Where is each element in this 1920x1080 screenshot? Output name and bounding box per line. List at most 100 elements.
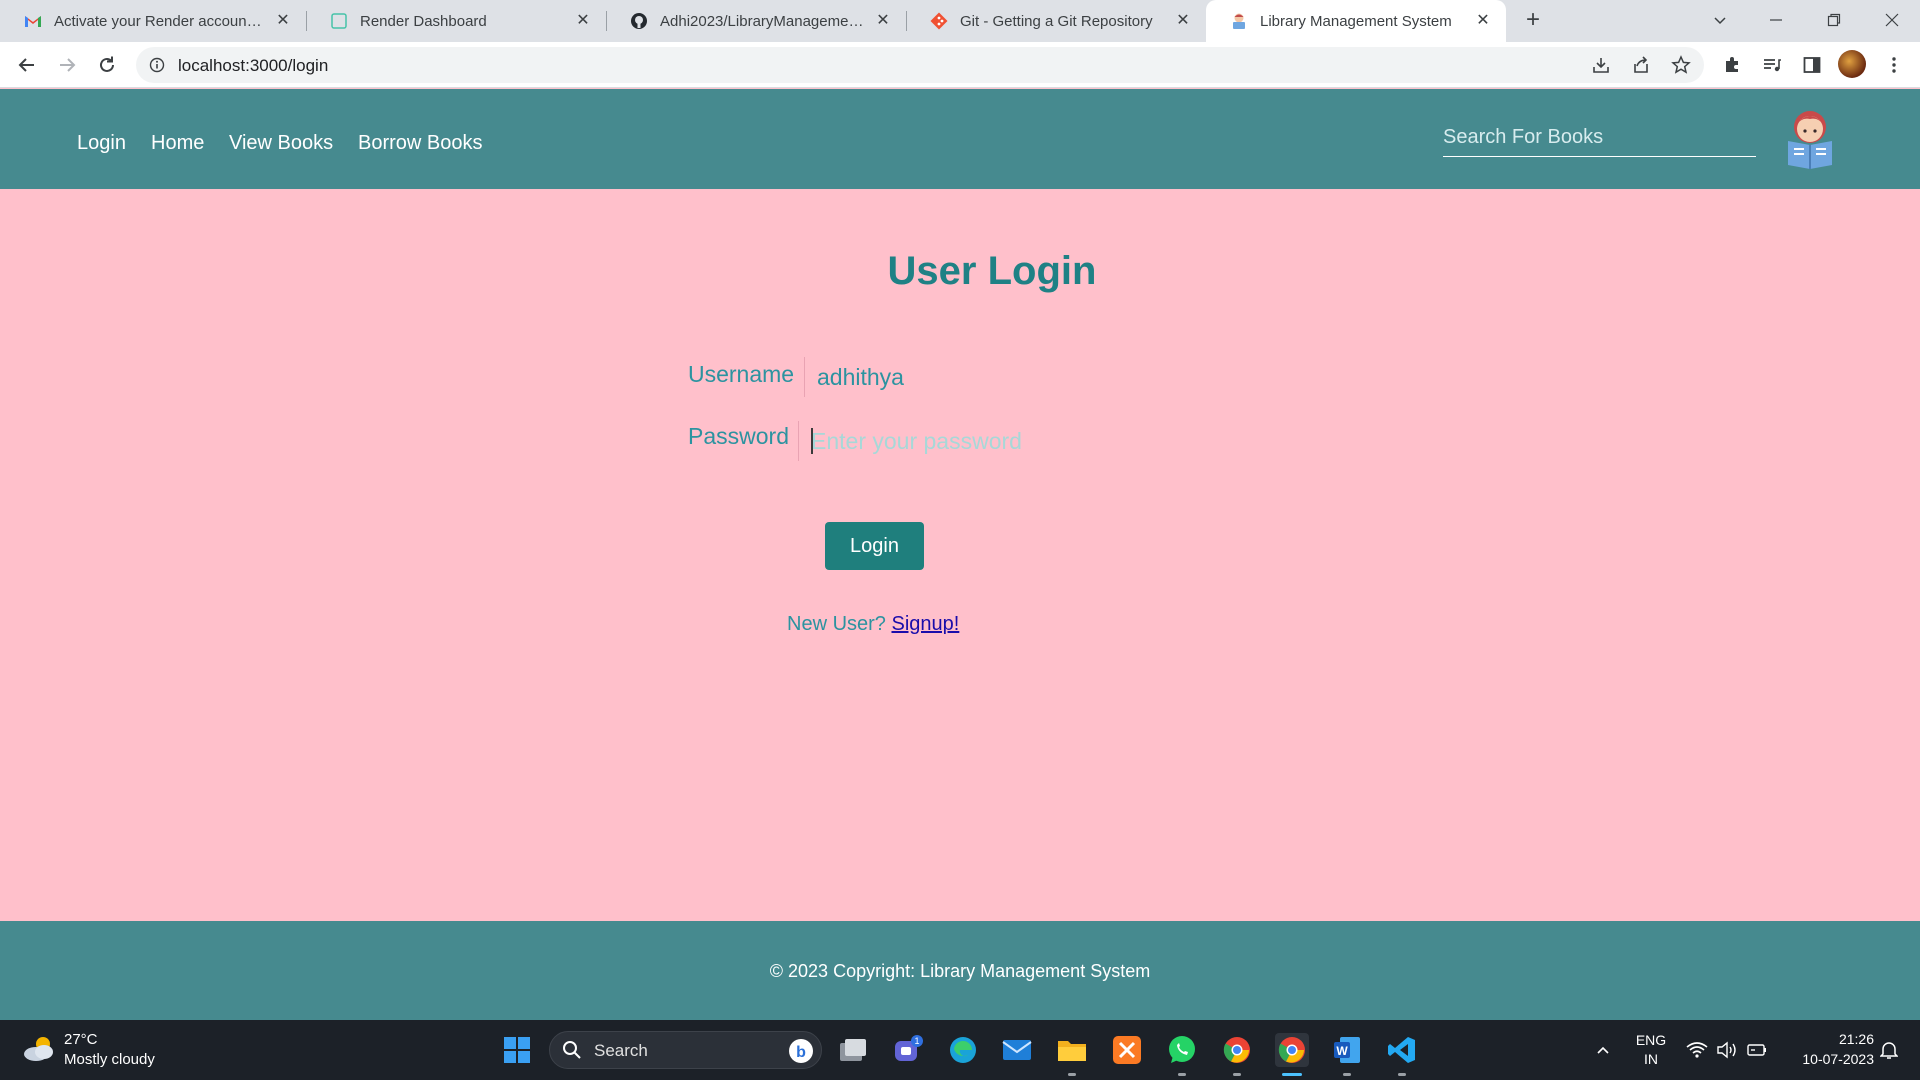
tab-label: Library Management System: [1260, 12, 1452, 30]
login-page: User Login Username Password Login New U…: [0, 189, 1920, 921]
minimize-icon: [1770, 19, 1782, 21]
chevron-down-icon: [1714, 17, 1726, 25]
url-text: localhost:3000/login: [178, 56, 329, 75]
minimize-button[interactable]: [1748, 0, 1804, 40]
reload-icon: [100, 56, 114, 72]
running-indicator: [1233, 1073, 1241, 1076]
running-indicator: [1178, 1073, 1186, 1076]
folder-icon: [1058, 1041, 1086, 1061]
whatsapp-button[interactable]: [1165, 1033, 1199, 1067]
volume-status[interactable]: [1710, 1033, 1744, 1067]
app-footer: © 2023 Copyright: Library Management Sys…: [0, 921, 1920, 1020]
tab-gmail[interactable]: Activate your Render account - a ✕: [0, 0, 306, 42]
page-title: User Login: [887, 249, 1097, 293]
battery-status[interactable]: [1740, 1033, 1774, 1067]
mail-button[interactable]: [1000, 1033, 1034, 1067]
task-view-button[interactable]: [836, 1033, 870, 1067]
svg-text:W: W: [1336, 1044, 1348, 1058]
whatsapp-icon: [1169, 1036, 1195, 1063]
bookmark-star-icon[interactable]: [1666, 50, 1696, 80]
close-icon[interactable]: ✕: [1474, 12, 1492, 30]
browser-menu-button[interactable]: [1879, 50, 1909, 80]
restore-icon: [1827, 13, 1841, 27]
extensions-button[interactable]: [1717, 50, 1747, 80]
site-info-icon[interactable]: [142, 50, 172, 80]
language-code[interactable]: ENG: [1630, 1032, 1672, 1048]
chrome-profile-button[interactable]: [1220, 1033, 1254, 1067]
taskbar-search[interactable]: Search b: [549, 1031, 822, 1069]
clock-time[interactable]: 21:26: [1780, 1031, 1874, 1047]
back-button[interactable]: [12, 50, 42, 80]
file-explorer-button[interactable]: [1055, 1033, 1089, 1067]
nav-link-home[interactable]: Home: [151, 132, 204, 155]
signup-link[interactable]: Signup!: [891, 613, 959, 635]
signup-prompt: New User? Signup!: [787, 613, 959, 636]
close-icon[interactable]: ✕: [574, 12, 592, 30]
close-icon[interactable]: ✕: [1174, 12, 1192, 30]
side-panel-button[interactable]: [1797, 50, 1827, 80]
running-indicator: [1398, 1073, 1406, 1076]
show-hidden-icons-button[interactable]: [1586, 1033, 1620, 1067]
tab-render-dashboard[interactable]: Render Dashboard ✕: [306, 0, 606, 42]
teams-button[interactable]: 1: [891, 1033, 925, 1067]
clock-date[interactable]: 10-07-2023: [1780, 1051, 1874, 1067]
close-icon[interactable]: ✕: [274, 12, 292, 30]
nav-link-login[interactable]: Login: [77, 132, 126, 155]
tab-label: Git - Getting a Git Repository: [960, 12, 1153, 30]
forward-button[interactable]: [52, 50, 82, 80]
nav-link-borrow-books[interactable]: Borrow Books: [358, 132, 483, 155]
nav-link-view-books[interactable]: View Books: [229, 132, 333, 155]
install-app-icon[interactable]: [1586, 50, 1616, 80]
vscode-button[interactable]: [1385, 1033, 1419, 1067]
search-input[interactable]: [1443, 119, 1756, 155]
new-tab-button[interactable]: +: [1520, 8, 1546, 34]
username-label: Username: [688, 361, 795, 387]
tab-library-management[interactable]: Library Management System ✕: [1206, 0, 1506, 42]
arrow-right-icon: [60, 58, 76, 72]
mail-icon: [1002, 1040, 1032, 1060]
battery-icon: [1747, 1044, 1766, 1056]
start-button[interactable]: [500, 1033, 534, 1067]
login-button[interactable]: Login: [825, 522, 924, 570]
task-view-icon: [840, 1039, 866, 1061]
language-region[interactable]: IN: [1630, 1051, 1672, 1067]
github-icon: [631, 13, 647, 29]
word-button[interactable]: W: [1330, 1033, 1364, 1067]
word-icon: W: [1334, 1037, 1360, 1063]
chevron-up-icon: [1597, 1046, 1609, 1054]
weather-description: Mostly cloudy: [64, 1051, 155, 1068]
reload-button[interactable]: [92, 50, 122, 80]
tab-github[interactable]: Adhi2023/LibraryManagementSy ✕: [606, 0, 906, 42]
address-bar[interactable]: localhost:3000/login: [136, 47, 1704, 83]
git-icon: [930, 12, 948, 30]
browser-tab-strip: Activate your Render account - a ✕ Rende…: [0, 0, 1920, 42]
search-icon: [563, 1041, 581, 1059]
password-field[interactable]: [798, 421, 1098, 461]
window-close-button[interactable]: [1864, 0, 1920, 40]
media-list-icon: [1764, 59, 1781, 72]
edge-button[interactable]: [946, 1033, 980, 1067]
wifi-status[interactable]: [1680, 1033, 1714, 1067]
close-icon: [1885, 13, 1899, 27]
running-indicator: [1068, 1073, 1076, 1076]
notification-bell-icon: [1880, 1042, 1898, 1059]
chrome-icon: [1223, 1037, 1250, 1063]
tab-label: Adhi2023/LibraryManagementSy: [660, 12, 864, 30]
close-icon[interactable]: ✕: [874, 12, 892, 30]
copyright-text: © 2023 Copyright: Library Management Sys…: [769, 961, 1151, 981]
xampp-button[interactable]: [1110, 1033, 1144, 1067]
teams-chat-icon: 1: [895, 1035, 923, 1061]
chrome-button-active[interactable]: [1275, 1033, 1309, 1067]
browser-toolbar: localhost:3000/login: [0, 42, 1920, 88]
username-field[interactable]: [804, 357, 1104, 397]
tab-search-button[interactable]: [1692, 0, 1748, 40]
profile-avatar[interactable]: [1838, 50, 1866, 78]
cloudy-weather-icon[interactable]: [22, 1033, 56, 1063]
restore-button[interactable]: [1806, 0, 1862, 40]
tab-git-docs[interactable]: Git - Getting a Git Repository ✕: [906, 0, 1206, 42]
xampp-icon: [1113, 1036, 1141, 1064]
share-icon[interactable]: [1626, 50, 1656, 80]
render-icon: [331, 13, 347, 29]
notifications-button[interactable]: [1876, 1033, 1902, 1067]
reading-list-button[interactable]: [1757, 50, 1787, 80]
